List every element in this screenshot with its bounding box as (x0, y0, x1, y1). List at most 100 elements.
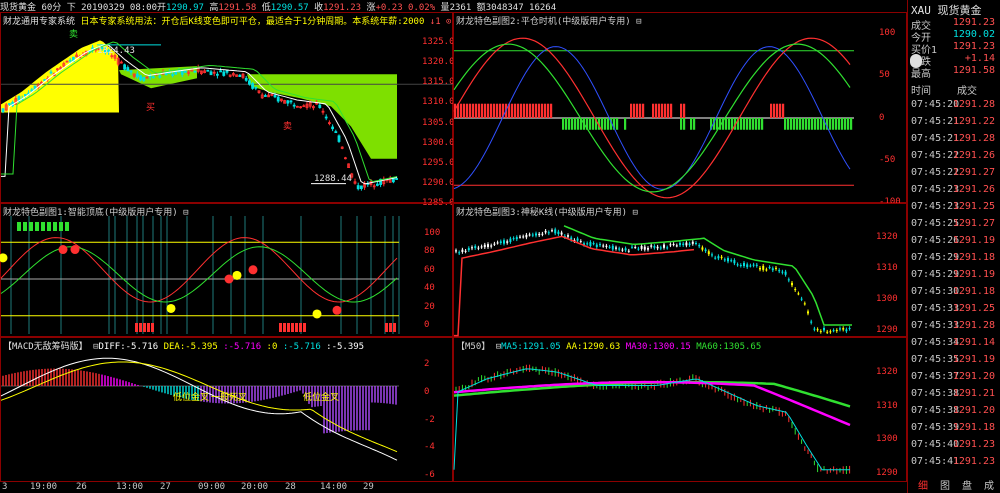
quote-value: 1291.23 (952, 17, 995, 28)
sub1-panel[interactable]: 财龙特色副图1:智能顶底(中级版用户专用) ⊟ 100 80 60 40 20 0 (0, 203, 453, 337)
candle-body (615, 247, 617, 249)
red-block (514, 103, 517, 118)
green-block (574, 118, 577, 130)
candle-body (512, 238, 515, 240)
green-block (65, 222, 69, 231)
dea-line (0, 361, 398, 453)
red-block (517, 103, 520, 118)
green-block (790, 118, 793, 130)
candle-body (595, 244, 598, 247)
candle-body (624, 248, 627, 251)
tick-price: 1291.25 (952, 303, 995, 314)
sub3-chart[interactable] (454, 204, 908, 338)
green-block (850, 118, 853, 130)
candle-body (509, 238, 512, 242)
candle-body (611, 245, 614, 250)
macd-panel[interactable]: 【MACD无敌筹码版】 ⊟DIFF:-5.716 DEA:-5.395 :-5.… (0, 337, 453, 482)
candle-body (43, 79, 46, 82)
green-block (814, 118, 817, 130)
tick-price: 1291.26 (952, 184, 995, 195)
green-block (604, 118, 607, 130)
candle-body (643, 246, 646, 250)
candle-body (730, 260, 733, 262)
red-block (478, 103, 481, 118)
quote-row: 买价1 1291.23 (911, 41, 999, 56)
red-block (770, 103, 773, 118)
green-block (802, 118, 805, 130)
candle-body (215, 73, 219, 76)
candle-body (461, 249, 464, 252)
tick-price: 1291.19 (952, 235, 995, 246)
side-tab[interactable]: 图 (940, 477, 950, 492)
candle-body (669, 244, 672, 246)
red-block (776, 103, 779, 118)
red-block (385, 323, 388, 332)
red-block (652, 103, 655, 118)
candle-body (749, 265, 752, 267)
candle-body (723, 259, 726, 261)
candle-body (560, 232, 563, 235)
time-axis-label: 13:00 (116, 482, 144, 492)
candle-body (771, 268, 774, 271)
tick-row: 07:45:20 1291.28 (911, 99, 999, 115)
candle-body (653, 246, 656, 248)
candle-body (183, 71, 187, 73)
candle-body (139, 75, 143, 81)
m50-panel[interactable]: 【M50】 ⊟MA5:1291.05 AA:1290.63 MA30:1300.… (453, 337, 907, 482)
green-block (796, 118, 799, 130)
time-axis-label: 28 (285, 482, 296, 492)
side-tab[interactable]: 盘 (962, 477, 972, 492)
candle-body (784, 271, 787, 275)
signal-dot (224, 274, 234, 284)
red-block (680, 103, 683, 118)
red-block (499, 103, 502, 118)
candle-body (755, 264, 758, 266)
tick-price: 1291.26 (952, 150, 995, 161)
axis-label: -50 (879, 154, 896, 165)
green-block (755, 118, 758, 130)
candle-body (49, 71, 53, 74)
signal-dot (58, 245, 68, 255)
candle-body (835, 330, 838, 332)
signal-dot (166, 303, 176, 313)
red-block (291, 323, 294, 332)
candle-body (391, 178, 395, 183)
candle-body (547, 232, 550, 234)
green-block (832, 118, 835, 130)
sub1-chart[interactable] (0, 204, 454, 338)
candle-body (129, 70, 133, 73)
candle-body (238, 74, 242, 77)
main-candlestick-chart[interactable] (1, 13, 454, 204)
candle-body (672, 244, 675, 246)
candle-body (318, 104, 322, 108)
candle-body (193, 70, 197, 73)
candle-body (797, 293, 800, 295)
axis-label: 1300 (876, 434, 898, 445)
candle-body (666, 247, 669, 249)
sub2-chart[interactable] (453, 13, 908, 204)
side-tab[interactable]: 成 (984, 477, 994, 492)
time-axis-left-label: 3 (2, 482, 8, 492)
candle-body (480, 246, 483, 248)
tick-row: 07:45:29 1291.19 (911, 269, 999, 285)
side-tab[interactable]: 细 (918, 477, 928, 492)
red-block (664, 103, 667, 118)
tick-price: 1291.22 (952, 116, 995, 127)
side-header: XAU 现货黄金 (911, 2, 982, 18)
sub3-panel[interactable]: 财龙特色副图3:神秘K线(中级版用户专用) ⊟ 1320 1310 1300 1290 (453, 203, 907, 337)
candle-body (803, 303, 806, 305)
candle-body (286, 100, 290, 104)
candle-body (685, 242, 688, 246)
tick-row: 07:45:41 1291.23 (911, 456, 999, 472)
red-block (782, 103, 785, 118)
macd-chart[interactable] (0, 338, 454, 483)
main-chart-panel[interactable]: 财龙通用专家系统 日本专家系统用法：开仓后K线变色即可平仓，最适合于1分钟周期。… (0, 12, 455, 208)
side-scroll-knob[interactable] (910, 54, 922, 68)
candle-body (839, 328, 841, 330)
candle-body (541, 233, 544, 235)
candle-body (807, 311, 809, 314)
m50-chart[interactable] (453, 338, 908, 483)
candle-body (714, 257, 717, 259)
candle-body (634, 247, 637, 249)
sub2-panel[interactable]: 财龙特色副图2:平仓时机(中级版用户专用) ⊟ 100 50 0 -50 -100 (453, 12, 908, 207)
